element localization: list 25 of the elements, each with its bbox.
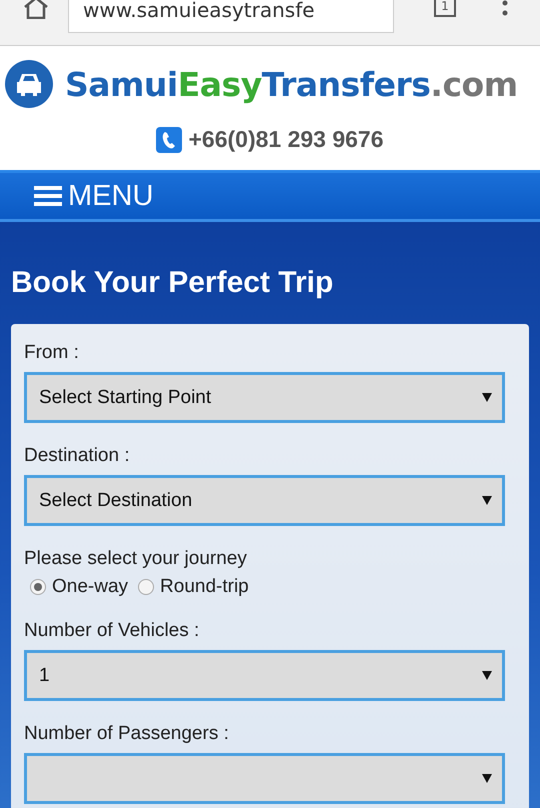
url-field[interactable]: www.samuieasytransfe bbox=[68, 0, 394, 33]
radio-option[interactable]: One-way bbox=[30, 576, 128, 598]
menu-icon bbox=[34, 185, 62, 207]
field-label: Number of Vehicles : bbox=[24, 620, 200, 642]
logo-text: SamuiEasyTransfers.com bbox=[65, 64, 518, 104]
radio-option[interactable]: Round-trip bbox=[138, 576, 249, 598]
caret-icon bbox=[482, 496, 492, 505]
dropdown[interactable]: Select Starting Point bbox=[24, 372, 505, 423]
field-label: From : bbox=[24, 342, 79, 364]
menu-button[interactable]: MENU bbox=[34, 180, 154, 212]
field-label: Please select your journey bbox=[24, 548, 247, 570]
caret-icon bbox=[482, 671, 492, 680]
home-icon[interactable] bbox=[22, 0, 50, 19]
caret-icon bbox=[482, 774, 492, 783]
phone-number[interactable]: +66(0)81 293 9676 bbox=[188, 126, 384, 153]
field-label: Number of Passengers : bbox=[24, 723, 229, 745]
car-icon bbox=[5, 60, 53, 108]
dropdown[interactable]: Select Destination bbox=[24, 475, 505, 526]
field-label: Destination : bbox=[24, 445, 130, 467]
phone-icon bbox=[156, 126, 182, 152]
tab-count[interactable]: 1 bbox=[434, 0, 456, 17]
caret-icon bbox=[482, 393, 492, 402]
more-icon[interactable] bbox=[502, 0, 508, 17]
page-title: Book Your Perfect Trip bbox=[11, 266, 334, 300]
dropdown[interactable]: 1 bbox=[24, 650, 505, 701]
